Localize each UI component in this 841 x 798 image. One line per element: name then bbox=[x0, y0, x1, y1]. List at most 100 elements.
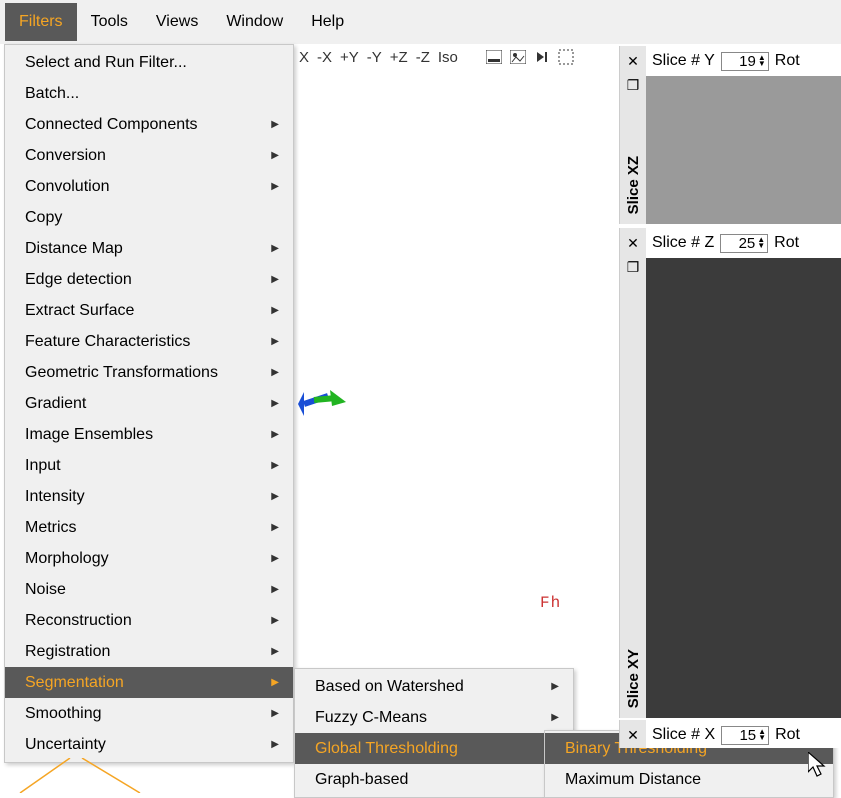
menu-item-intensity[interactable]: Intensity ▶ bbox=[5, 481, 293, 512]
spinner-arrows-icon[interactable]: ▲▼ bbox=[755, 237, 767, 249]
slice-x-spinner[interactable]: ▲▼ bbox=[721, 726, 769, 745]
spinner-arrows-icon[interactable]: ▲▼ bbox=[756, 729, 768, 741]
select-region-icon[interactable] bbox=[557, 48, 575, 66]
image-icon[interactable] bbox=[509, 48, 527, 66]
close-icon[interactable]: ✕ bbox=[624, 726, 642, 744]
menu-item-label: Edge detection bbox=[25, 269, 132, 290]
axis-negz[interactable]: -Z bbox=[415, 49, 431, 66]
menu-item-geometric-transformations[interactable]: Geometric Transformations▶ bbox=[5, 357, 293, 388]
panel-viewport-xz[interactable] bbox=[646, 76, 841, 224]
submenu-arrow-icon: ▶ bbox=[271, 579, 279, 600]
close-icon[interactable]: ✕ bbox=[624, 52, 642, 70]
menu-item-label: Intensity bbox=[25, 486, 85, 507]
submenu-item-maximum-distance[interactable]: Maximum Distance bbox=[545, 764, 833, 795]
menu-item-label: Maximum Distance bbox=[565, 769, 701, 790]
menu-item-noise[interactable]: Noise▶ bbox=[5, 574, 293, 605]
filters-menu: Select and Run Filter... Batch... Connec… bbox=[4, 44, 294, 763]
submenu-arrow-icon: ▶ bbox=[271, 300, 279, 321]
panel-viewport-xy[interactable] bbox=[646, 258, 841, 718]
submenu-item-graph-based[interactable]: Graph-based▶ bbox=[295, 764, 573, 795]
close-icon[interactable]: ✕ bbox=[624, 234, 642, 252]
submenu-arrow-icon: ▶ bbox=[271, 703, 279, 724]
menubar: Filters Tools Views Window Help bbox=[0, 0, 841, 44]
menu-item-label: Distance Map bbox=[25, 238, 123, 259]
menu-item-label: Image Ensembles bbox=[25, 424, 153, 445]
panel-handle-xz: ✕ ❐ Slice XZ bbox=[620, 46, 646, 224]
segmentation-submenu: Based on Watershed▶ Fuzzy C-Means▶ Globa… bbox=[294, 668, 574, 798]
menu-help[interactable]: Help bbox=[297, 3, 358, 41]
menu-item-conversion[interactable]: Conversion▶ bbox=[5, 140, 293, 171]
menu-item-input[interactable]: Input ▶ bbox=[5, 450, 293, 481]
menu-item-uncertainty[interactable]: Uncertainty▶ bbox=[5, 729, 293, 760]
menu-item-label: Connected Components bbox=[25, 114, 198, 135]
submenu-item-watershed[interactable]: Based on Watershed▶ bbox=[295, 671, 573, 702]
menu-tools[interactable]: Tools bbox=[77, 3, 142, 41]
panel-title-xy: Slice XY bbox=[625, 649, 642, 708]
submenu-arrow-icon: ▶ bbox=[271, 486, 279, 507]
menu-item-label: Input bbox=[25, 455, 61, 476]
menu-item-label: Copy bbox=[25, 207, 62, 228]
save-view-icon[interactable] bbox=[485, 48, 503, 66]
submenu-arrow-icon: ▶ bbox=[271, 238, 279, 259]
menu-item-reconstruction[interactable]: Reconstruction▶ bbox=[5, 605, 293, 636]
menu-item-label: Global Thresholding bbox=[315, 738, 458, 759]
submenu-arrow-icon: ▶ bbox=[271, 455, 279, 476]
menu-filters[interactable]: Filters bbox=[5, 3, 77, 41]
menu-item-label: Gradient bbox=[25, 393, 86, 414]
menu-item-label: Batch... bbox=[25, 83, 79, 104]
menu-item-smoothing[interactable]: Smoothing ▶ bbox=[5, 698, 293, 729]
axis-posy[interactable]: +Y bbox=[339, 49, 360, 66]
menu-item-extract-surface[interactable]: Extract Surface▶ bbox=[5, 295, 293, 326]
menu-item-registration[interactable]: Registration▶ bbox=[5, 636, 293, 667]
menu-item-image-ensembles[interactable]: Image Ensembles ▶ bbox=[5, 419, 293, 450]
submenu-arrow-icon: ▶ bbox=[271, 362, 279, 383]
panel-controls-bottom: Slice # X ▲▼ Rot bbox=[646, 720, 841, 748]
submenu-arrow-icon: ▶ bbox=[271, 331, 279, 352]
rot-label: Rot bbox=[775, 726, 800, 744]
axis-iso[interactable]: Iso bbox=[437, 49, 459, 66]
menu-item-batch[interactable]: Batch... bbox=[5, 78, 293, 109]
menu-item-convolution[interactable]: Convolution▶ bbox=[5, 171, 293, 202]
submenu-arrow-icon: ▶ bbox=[271, 393, 279, 414]
slice-y-input[interactable] bbox=[722, 53, 756, 70]
menu-item-select-run[interactable]: Select and Run Filter... bbox=[5, 47, 293, 78]
submenu-arrow-icon: ▶ bbox=[551, 676, 559, 697]
submenu-item-global-thresholding[interactable]: Global Thresholding▶ bbox=[295, 733, 573, 764]
rot-label: Rot bbox=[775, 52, 800, 70]
menu-item-edge-detection[interactable]: Edge detection▶ bbox=[5, 264, 293, 295]
axis-x[interactable]: X bbox=[298, 49, 310, 66]
menu-item-distance-map[interactable]: Distance Map ▶ bbox=[5, 233, 293, 264]
submenu-arrow-icon: ▶ bbox=[271, 176, 279, 197]
menu-window[interactable]: Window bbox=[212, 3, 297, 41]
menu-item-feature-characteristics[interactable]: Feature Characteristics ▶ bbox=[5, 326, 293, 357]
menu-views[interactable]: Views bbox=[142, 3, 212, 41]
menu-item-label: Morphology bbox=[25, 548, 109, 569]
menu-item-label: Feature Characteristics bbox=[25, 331, 190, 352]
restore-icon[interactable]: ❐ bbox=[624, 258, 642, 276]
slice-y-spinner[interactable]: ▲▼ bbox=[721, 52, 769, 71]
skip-end-icon[interactable] bbox=[533, 48, 551, 66]
slice-z-spinner[interactable]: ▲▼ bbox=[720, 234, 768, 253]
menu-item-gradient[interactable]: Gradient ▶ bbox=[5, 388, 293, 419]
axis-negx[interactable]: -X bbox=[316, 49, 333, 66]
menu-item-segmentation[interactable]: Segmentation▶ bbox=[5, 667, 293, 698]
menu-item-copy[interactable]: Copy bbox=[5, 202, 293, 233]
menu-item-connected-components[interactable]: Connected Components▶ bbox=[5, 109, 293, 140]
submenu-arrow-icon: ▶ bbox=[271, 145, 279, 166]
panel-controls-xz: Slice # Y ▲▼ Rot bbox=[646, 46, 841, 76]
slice-x-label: Slice # X bbox=[652, 726, 715, 744]
restore-icon[interactable]: ❐ bbox=[624, 76, 642, 94]
slice-z-input[interactable] bbox=[721, 235, 755, 252]
menu-item-label: Smoothing bbox=[25, 703, 102, 724]
menu-item-morphology[interactable]: Morphology ▶ bbox=[5, 543, 293, 574]
submenu-arrow-icon: ▶ bbox=[271, 548, 279, 569]
submenu-arrow-icon: ▶ bbox=[271, 610, 279, 631]
submenu-item-fuzzy-cmeans[interactable]: Fuzzy C-Means▶ bbox=[295, 702, 573, 733]
slice-x-input[interactable] bbox=[722, 727, 756, 744]
axis-posz[interactable]: +Z bbox=[389, 49, 409, 66]
spinner-arrows-icon[interactable]: ▲▼ bbox=[756, 55, 768, 67]
submenu-arrow-icon: ▶ bbox=[271, 424, 279, 445]
menu-item-metrics[interactable]: Metrics▶ bbox=[5, 512, 293, 543]
axis-negy[interactable]: -Y bbox=[366, 49, 383, 66]
panel-handle-xy: ✕ ❐ Slice XY bbox=[620, 228, 646, 718]
